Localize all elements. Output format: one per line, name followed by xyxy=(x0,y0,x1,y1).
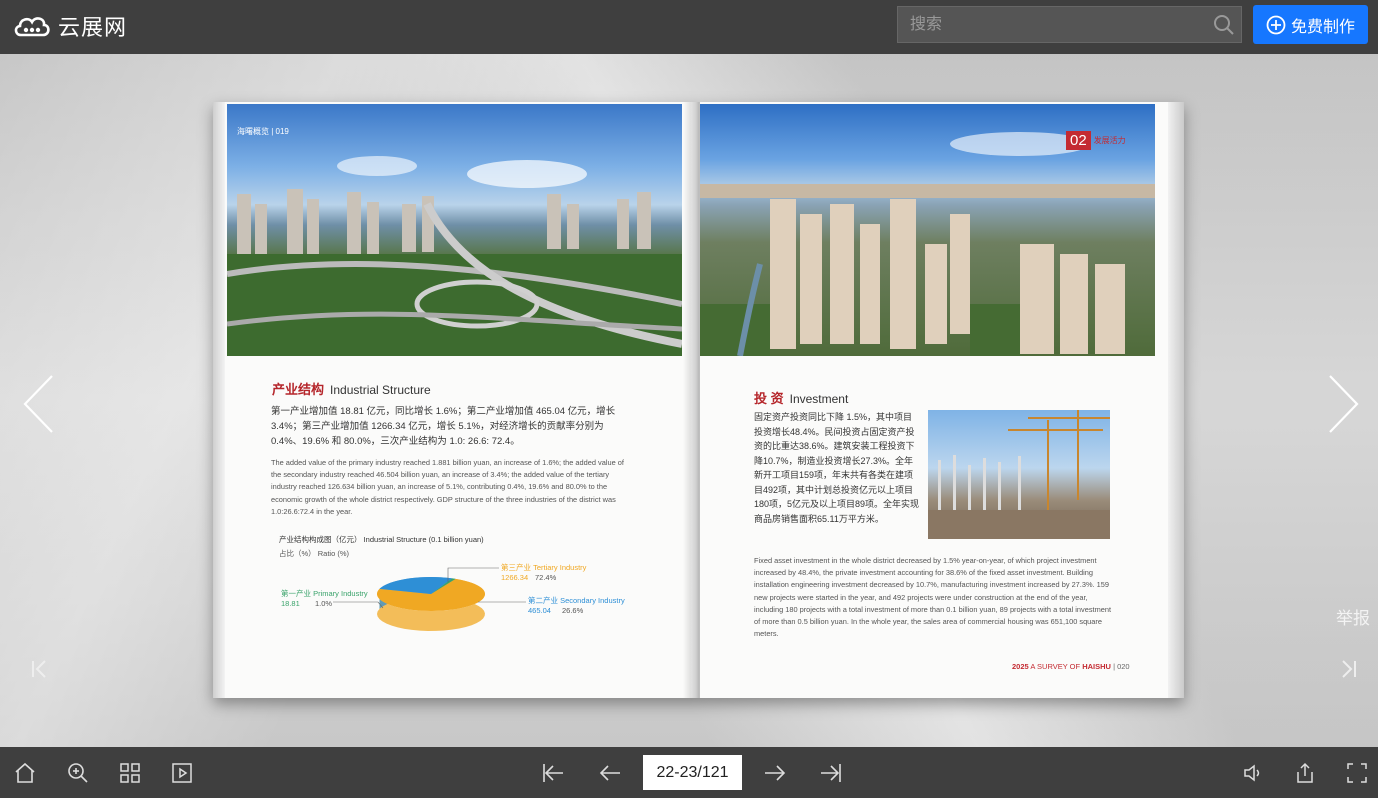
previous-page-icon[interactable] xyxy=(598,761,622,785)
home-icon[interactable] xyxy=(13,761,37,785)
chapter-title: 发展活力 xyxy=(1093,136,1126,145)
cloud-logo-icon xyxy=(14,17,50,37)
left-page: 海曙概览 | 019 产业结构 Industrial Structure 第一产业… xyxy=(213,102,691,698)
zoom-in-icon[interactable] xyxy=(66,761,90,785)
page-edge xyxy=(1168,102,1184,698)
pie-slice-value: 465.04 xyxy=(528,606,551,615)
right-page: 02 发展活力 投 资 Investment 固定资产投资同比下降 1.5%，其中… xyxy=(700,102,1184,698)
pie-leader-line xyxy=(333,601,384,609)
sound-icon[interactable] xyxy=(1241,761,1265,785)
left-body-en: The added value of the primary industry … xyxy=(271,458,624,516)
pie-slice-value: 18.81 xyxy=(281,599,300,608)
left-body-cn: 第一产业增加值 18.81 亿元，同比增长 1.6%；第二产业增加值 465.0… xyxy=(271,406,616,447)
create-button-label: 免费制作 xyxy=(1290,18,1355,36)
share-icon[interactable] xyxy=(1293,761,1317,785)
pie-slice-label: 第一产业 Primary Industry xyxy=(281,588,368,598)
city-interchange-photo xyxy=(227,104,682,356)
logo-text: 云展网 xyxy=(58,15,128,40)
section-title-cn: 投 资 xyxy=(754,391,784,406)
last-page-side-icon[interactable] xyxy=(1338,658,1358,680)
left-runhead: 海曙概览 | 019 xyxy=(237,127,289,136)
page-footer: 2025 A SURVEY OF HAISHU | 020 xyxy=(1012,662,1130,671)
right-body-cn: 固定资产投资同比下降 1.5%，其中项目投资增长48.4%。民间投资占固定资产投… xyxy=(754,412,920,524)
next-page-arrow-icon[interactable] xyxy=(1326,374,1360,434)
reader-stage: 举报 海曙概览 | 019 产业结构 Industrial Structure … xyxy=(0,54,1378,747)
pie-slice-label: 第二产业 Secondary Industry xyxy=(528,595,625,605)
plus-circle-icon xyxy=(1266,15,1286,34)
bottom-toolbar: 22-23/121 xyxy=(0,747,1378,798)
section-title-en: Investment xyxy=(789,392,849,406)
top-bar: 云展网 免费制作 xyxy=(0,0,1378,54)
report-link[interactable]: 举报 xyxy=(1336,604,1370,629)
prev-page-arrow-icon[interactable] xyxy=(22,374,56,434)
left-section-heading: 产业结构 Industrial Structure xyxy=(272,379,431,399)
section-title-cn: 产业结构 xyxy=(272,382,325,397)
thumbnails-grid-icon[interactable] xyxy=(118,761,142,785)
right-section-heading: 投 资 Investment xyxy=(754,388,848,408)
fullscreen-icon[interactable] xyxy=(1345,761,1369,785)
search-box xyxy=(897,6,1242,43)
last-page-icon[interactable] xyxy=(819,761,843,785)
search-input[interactable] xyxy=(898,14,1207,35)
book-spread[interactable]: 海曙概览 | 019 产业结构 Industrial Structure 第一产业… xyxy=(213,102,1184,698)
page-edge xyxy=(213,102,225,698)
page-indicator-input[interactable]: 22-23/121 xyxy=(643,755,742,790)
chart-title: 产业结构构成图（亿元） Industrial Structure (0.1 bi… xyxy=(279,535,484,544)
chapter-number: 02 xyxy=(1066,131,1091,150)
pie-slice-ratio: 72.4% xyxy=(535,573,557,582)
search-icon[interactable] xyxy=(1207,8,1241,42)
section-title-en: Industrial Structure xyxy=(330,383,431,397)
pie-slice-ratio: 26.6% xyxy=(562,606,584,615)
first-page-side-icon[interactable] xyxy=(30,658,50,680)
pie-slice-label: 第三产业 Tertiary Industry xyxy=(501,562,587,572)
create-button[interactable]: 免费制作 xyxy=(1253,5,1368,44)
construction-site-photo xyxy=(928,410,1110,539)
logo[interactable]: 云展网 xyxy=(12,10,127,42)
right-body-en: Fixed asset investment in the whole dist… xyxy=(754,556,1111,639)
industry-pie-chart: 第三产业 Tertiary Industry1266.34 72.4% 第二产业 S… xyxy=(281,562,625,631)
chapter-badge: 02 发展活力 xyxy=(1066,131,1126,150)
autoplay-icon[interactable] xyxy=(170,761,194,785)
first-page-icon[interactable] xyxy=(541,761,565,785)
next-page-icon[interactable] xyxy=(763,761,787,785)
pie-slice-value: 1266.34 xyxy=(501,573,528,582)
pie-slice-ratio: 1.0% xyxy=(315,599,332,608)
